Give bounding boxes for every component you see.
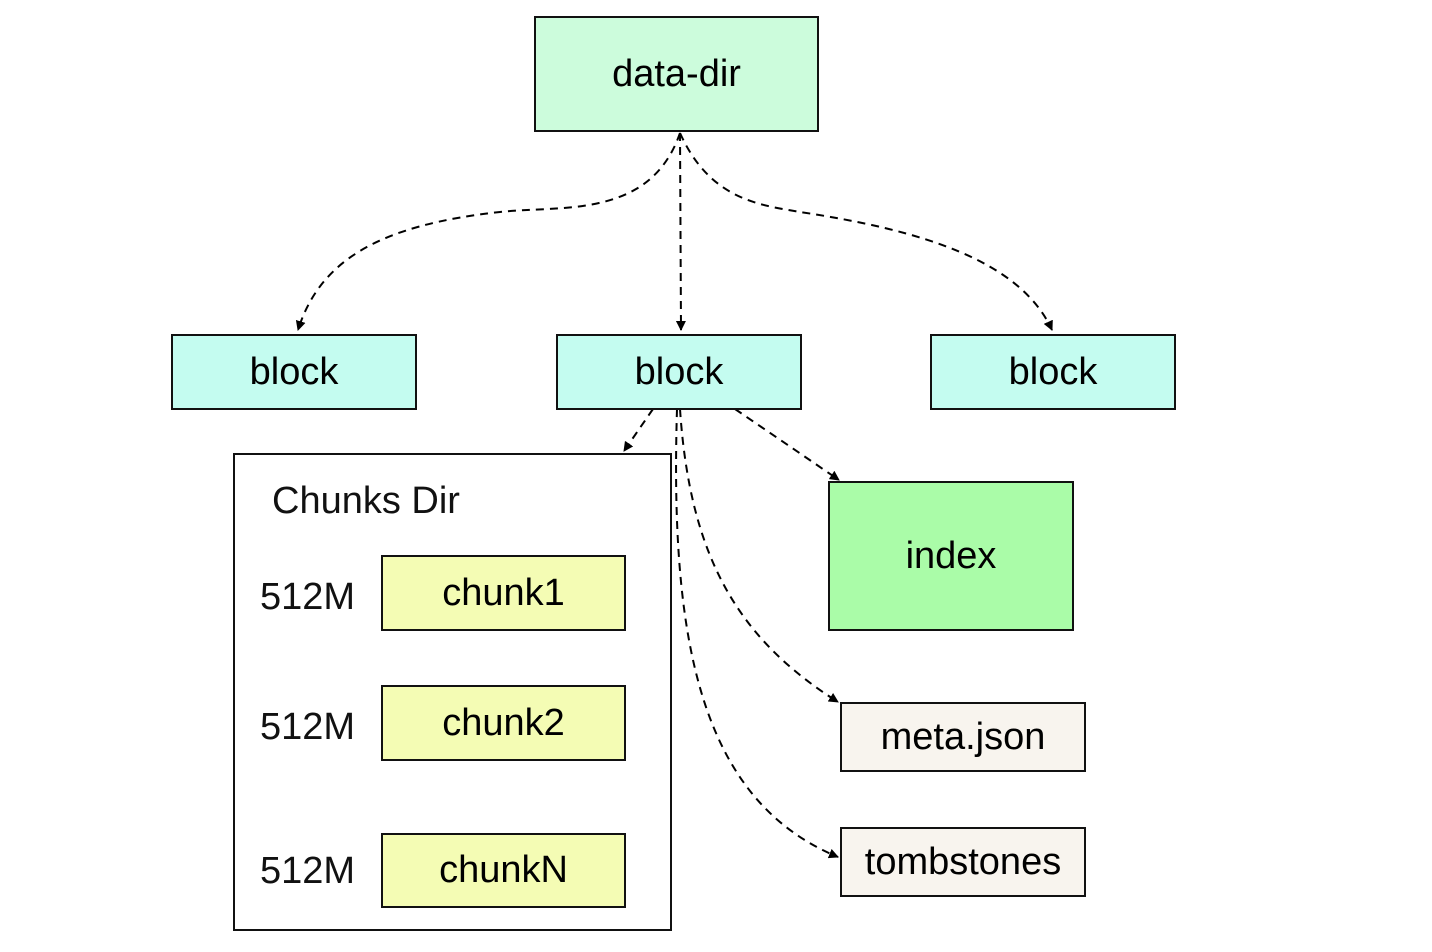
node-label: chunkN <box>439 849 568 891</box>
edges <box>295 132 1053 859</box>
node-block-right: block <box>930 334 1176 410</box>
edge-datadir-block-center <box>675 132 686 331</box>
node-chunkN: chunkN <box>381 833 626 908</box>
chunk-size-n: 512M <box>260 850 356 892</box>
node-tombstones: tombstones <box>840 827 1086 897</box>
node-label: data-dir <box>612 52 741 95</box>
node-data-dir: data-dir <box>534 16 819 132</box>
node-label: tombstones <box>864 840 1062 883</box>
node-label: block <box>249 350 339 393</box>
node-label: chunk1 <box>442 571 565 614</box>
node-block-left: block <box>171 334 417 410</box>
edge-datadir-block-left <box>295 132 681 331</box>
chunks-dir-title: Chunks Dir <box>272 480 460 522</box>
node-label: chunk2 <box>442 701 565 744</box>
node-label: block <box>1008 350 1098 393</box>
chunk-size-2: 512M <box>260 706 356 748</box>
edge-datadir-block-right <box>679 132 1053 331</box>
chunk-size-1: 512M <box>260 576 356 618</box>
node-block-center: block <box>556 334 802 410</box>
node-chunk1: chunk1 <box>381 555 626 631</box>
node-label: meta.json <box>880 715 1046 758</box>
node-label: block <box>634 350 724 393</box>
node-meta-json: meta.json <box>840 702 1086 772</box>
node-chunk2: chunk2 <box>381 685 626 761</box>
node-label: index <box>905 534 997 577</box>
edge-block-meta <box>679 408 839 703</box>
node-index: index <box>828 481 1074 631</box>
edge-block-chunksdir <box>623 408 654 452</box>
edge-block-index <box>734 408 840 481</box>
